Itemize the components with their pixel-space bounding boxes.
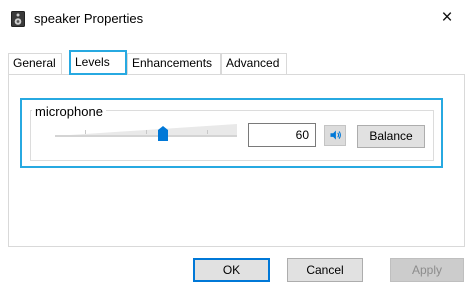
title-bar: speaker Properties ×: [0, 0, 473, 38]
slider-thumb[interactable]: [158, 126, 168, 141]
slider-track: [55, 135, 237, 137]
balance-button[interactable]: Balance: [357, 125, 425, 148]
apply-button: Apply: [390, 258, 464, 282]
tab-levels[interactable]: Levels: [69, 50, 127, 75]
close-icon: ×: [441, 7, 453, 28]
tab-advanced[interactable]: Advanced: [221, 53, 287, 74]
close-button[interactable]: ×: [433, 5, 461, 31]
tab-strip: General Enhancements Advanced Levels: [8, 50, 468, 75]
ok-button[interactable]: OK: [193, 258, 270, 282]
slider-ramp: [55, 124, 237, 136]
mute-button[interactable]: [324, 125, 346, 146]
window-title: speaker Properties: [34, 11, 144, 26]
volume-value-field[interactable]: [248, 123, 316, 147]
tab-enhancements[interactable]: Enhancements: [127, 53, 221, 74]
speaker-icon: [11, 11, 25, 27]
tab-general[interactable]: General: [8, 53, 62, 74]
group-label: microphone: [32, 104, 106, 119]
speaker-volume-icon: [330, 130, 341, 140]
cancel-button[interactable]: Cancel: [287, 258, 363, 282]
volume-slider[interactable]: [55, 120, 237, 144]
